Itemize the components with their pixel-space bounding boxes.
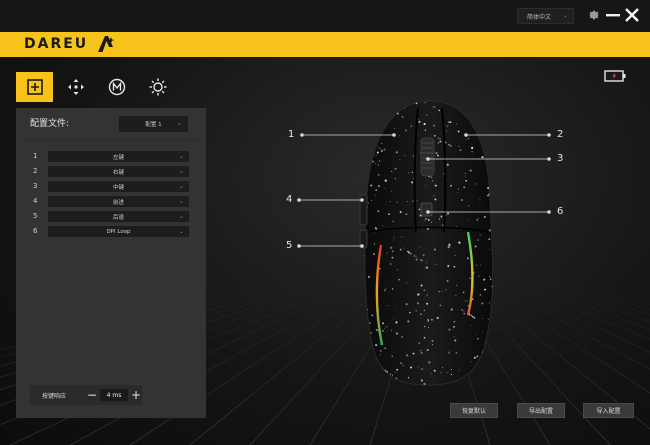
callout-3: 3 [557,153,564,164]
mouse-illustration [297,100,551,386]
mouse-body [359,100,494,386]
callout-4: 4 [286,194,293,205]
callout-1: 1 [288,129,295,140]
callout-5: 5 [286,240,293,251]
app-window: 简体中文 ⌄ DAREU 配置文件: 配置 1 ⌄ 1 左键 ⌄ 2 右键 ⌄ … [0,0,650,445]
import-config-button[interactable]: 导入配置 [583,403,634,418]
callout-2: 2 [557,129,564,140]
restore-default-button[interactable]: 恢复默认 [450,403,498,418]
export-config-button[interactable]: 导出配置 [517,403,565,418]
callout-6: 6 [557,206,564,217]
